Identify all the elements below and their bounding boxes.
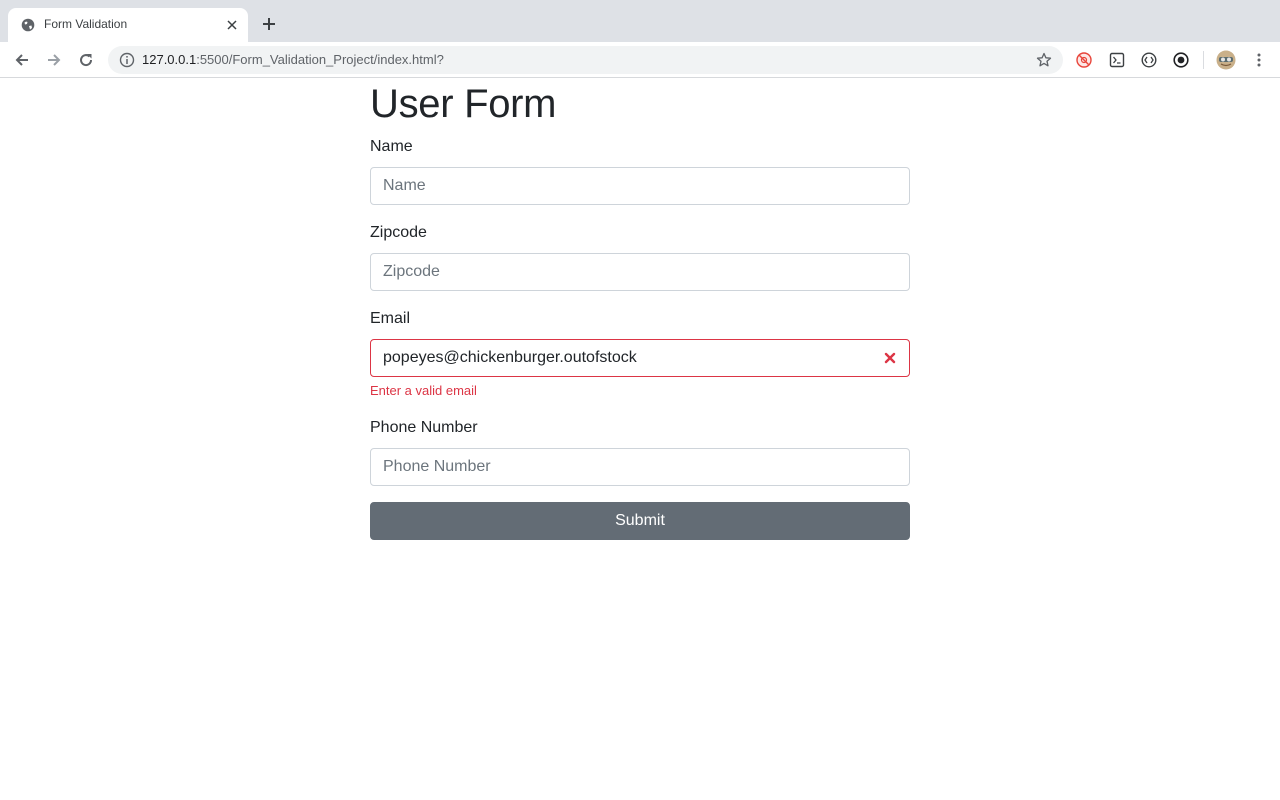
tab-strip: Form Validation — [0, 0, 1280, 42]
name-label: Name — [370, 138, 413, 155]
back-icon[interactable] — [14, 52, 30, 68]
submit-button[interactable]: Submit — [370, 502, 910, 540]
extension-icon[interactable] — [1076, 52, 1092, 68]
email-input[interactable] — [370, 339, 910, 377]
browser-tab[interactable]: Form Validation — [8, 8, 248, 42]
address-bar[interactable]: 127.0.0.1:5500/Form_Validation_Project/i… — [108, 46, 1063, 74]
url-host: 127.0.0.1 — [142, 52, 197, 67]
info-icon[interactable] — [119, 52, 135, 68]
url-text: 127.0.0.1:5500/Form_Validation_Project/i… — [142, 52, 444, 67]
error-x-icon — [884, 352, 896, 364]
globe-icon — [21, 18, 35, 32]
phone-input[interactable] — [370, 448, 910, 486]
close-icon[interactable] — [225, 18, 239, 32]
browser-toolbar: 127.0.0.1:5500/Form_Validation_Project/i… — [0, 42, 1280, 78]
email-error-message: Enter a valid email — [370, 383, 477, 398]
reload-icon[interactable] — [78, 52, 94, 68]
forward-icon[interactable] — [46, 52, 62, 68]
extension-icon[interactable] — [1109, 52, 1125, 68]
name-input[interactable] — [370, 167, 910, 205]
menu-dots-icon[interactable] — [1251, 52, 1267, 68]
star-icon[interactable] — [1036, 52, 1052, 68]
plus-icon[interactable] — [261, 16, 277, 32]
page-title: User Form — [370, 82, 557, 126]
tab-title: Form Validation — [44, 17, 128, 31]
phone-label: Phone Number — [370, 419, 478, 436]
profile-avatar-icon[interactable] — [1216, 50, 1236, 70]
email-label: Email — [370, 310, 411, 327]
extension-icon[interactable] — [1141, 52, 1157, 68]
zipcode-input[interactable] — [370, 253, 910, 291]
extension-icon[interactable] — [1173, 52, 1189, 68]
zipcode-label: Zipcode — [370, 224, 427, 241]
toolbar-divider — [1203, 51, 1204, 69]
url-path: :5500/Form_Validation_Project/index.html… — [196, 52, 444, 67]
